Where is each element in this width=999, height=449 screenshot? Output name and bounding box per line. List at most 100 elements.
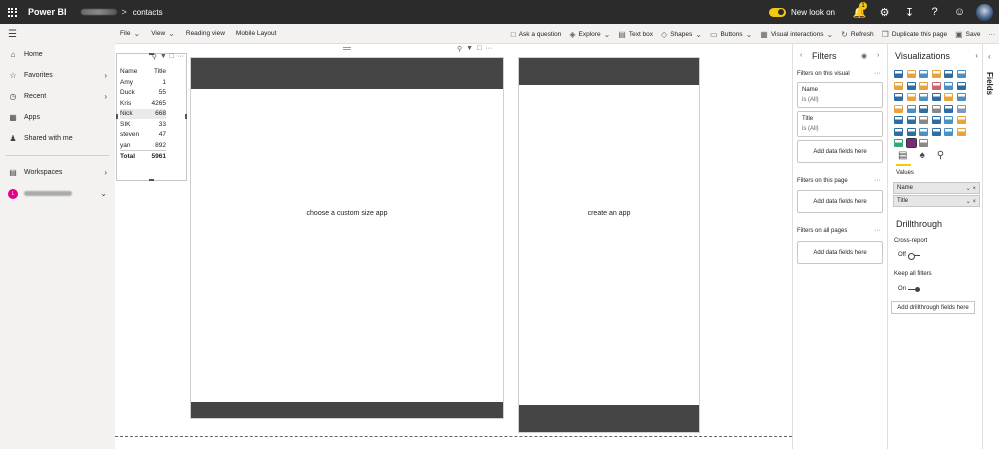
visual-interactions-menu[interactable]: ▦ Visual interactions ⌄ xyxy=(760,30,833,39)
text-box-button[interactable]: ▤ Text box xyxy=(618,30,653,39)
explore-menu[interactable]: ◈ Explore ⌄ xyxy=(569,30,610,39)
file-menu[interactable]: File ⌄ xyxy=(120,29,140,38)
fields-label[interactable]: Fields xyxy=(985,72,994,95)
more-options-icon[interactable]: ··· xyxy=(874,177,881,184)
visual-type-icon[interactable] xyxy=(919,127,928,136)
shapes-menu[interactable]: ◇ Shapes ⌄ xyxy=(661,30,702,39)
filter-icon[interactable]: ▼ xyxy=(160,53,167,61)
visual-type-icon[interactable] xyxy=(919,116,928,124)
visual-type-icon[interactable] xyxy=(956,93,966,101)
nav-item-home[interactable]: ⌂ Home xyxy=(0,44,115,65)
resize-handle[interactable] xyxy=(149,53,154,55)
visual-type-icon[interactable] xyxy=(931,93,941,101)
add-data-fields-page[interactable]: Add data fields here xyxy=(797,190,883,213)
column-header-name[interactable]: Name xyxy=(120,67,146,77)
values-well-item[interactable]: Title ⌄ × xyxy=(893,195,980,207)
resize-handle[interactable] xyxy=(149,179,154,181)
visual-type-icon[interactable] xyxy=(956,116,966,124)
notifications-icon[interactable]: 🔔 1 xyxy=(847,0,872,24)
values-well-item[interactable]: Name ⌄ × xyxy=(893,182,980,194)
visual-type-icon[interactable] xyxy=(905,138,917,148)
visual-type-icon[interactable] xyxy=(906,127,916,136)
report-name[interactable]: contacts xyxy=(133,8,163,17)
more-options-icon[interactable]: ··· xyxy=(874,70,881,77)
visual-type-icon[interactable] xyxy=(956,81,966,90)
visual-type-icon[interactable] xyxy=(906,116,916,124)
visual-type-icon[interactable] xyxy=(931,70,941,78)
chevron-down-close-icon[interactable]: ⌄ × xyxy=(966,198,976,205)
table-row[interactable]: SIK 33 xyxy=(120,119,166,130)
visual-type-icon[interactable] xyxy=(944,70,953,78)
app-name[interactable]: Power BI xyxy=(28,7,67,17)
visual-type-icon[interactable] xyxy=(919,139,928,147)
visual-type-icon[interactable] xyxy=(894,70,903,78)
duplicate-page-button[interactable]: ❐ Duplicate this page xyxy=(882,30,947,39)
collapse-icon[interactable]: ‹ xyxy=(800,52,802,59)
more-options-icon[interactable]: ··· xyxy=(874,227,881,234)
column-header-title[interactable]: Title xyxy=(146,67,166,77)
table-row[interactable]: Kris 4265 xyxy=(120,98,166,109)
toggle-switch[interactable] xyxy=(907,252,920,260)
visual-type-icon[interactable] xyxy=(894,116,903,124)
visual-type-icon[interactable] xyxy=(931,116,941,124)
chevron-right-icon[interactable]: › xyxy=(104,92,107,101)
visual-type-icon[interactable] xyxy=(919,104,928,113)
visual-type-icon[interactable] xyxy=(906,93,916,101)
chevron-down-close-icon[interactable]: ⌄ × xyxy=(966,185,976,192)
analytics-magnifier-icon[interactable]: ⚲ xyxy=(937,150,944,161)
visual-type-icon[interactable] xyxy=(944,104,953,113)
more-options-button[interactable]: ··· xyxy=(989,31,996,38)
avatar[interactable] xyxy=(976,3,993,21)
filter-card-name[interactable]: Name is (All) xyxy=(797,82,883,108)
left-page-frame[interactable]: choose a custom size app xyxy=(190,57,504,419)
visual-type-icon[interactable] xyxy=(931,104,941,113)
download-icon[interactable]: ↧ xyxy=(897,0,922,24)
visual-type-icon[interactable] xyxy=(956,127,966,136)
chevron-right-icon[interactable]: › xyxy=(104,168,107,177)
chevron-right-icon[interactable]: › xyxy=(877,52,879,59)
gear-icon[interactable]: ⚙ xyxy=(872,0,897,24)
eye-icon[interactable]: ◉ xyxy=(861,52,867,60)
smiley-icon[interactable]: ☺ xyxy=(947,0,972,24)
ask-question-button[interactable]: □ Ask a question xyxy=(511,30,561,39)
visual-type-icon[interactable] xyxy=(906,104,916,113)
workspace-name-redacted[interactable] xyxy=(80,9,117,15)
fields-pane-collapsed[interactable]: ‹ Fields xyxy=(982,44,999,449)
resize-handle[interactable] xyxy=(185,114,187,119)
visual-type-icon[interactable] xyxy=(931,81,941,90)
nav-item-current-workspace[interactable]: L ⌄ xyxy=(0,183,115,204)
focus-mode-icon[interactable]: □ xyxy=(170,53,174,61)
visual-type-icon[interactable] xyxy=(944,127,953,136)
visual-type-icon[interactable] xyxy=(944,81,953,90)
right-page-frame[interactable]: create an app xyxy=(518,57,700,433)
visual-type-icon[interactable] xyxy=(919,81,928,90)
paint-roller-icon[interactable]: ♠ xyxy=(919,150,924,161)
nav-item-favorites[interactable]: ☆ Favorites › xyxy=(0,65,115,86)
chevron-down-icon[interactable]: ⌄ xyxy=(100,189,107,198)
add-drillthrough-fields[interactable]: Add drillthrough fields here xyxy=(891,301,975,314)
new-look-toggle[interactable] xyxy=(768,7,786,17)
table-row[interactable]: Nick 668 xyxy=(120,108,166,119)
visual-type-icon[interactable] xyxy=(919,93,928,101)
resize-handle[interactable] xyxy=(116,114,118,119)
filter-icon[interactable]: ▼ xyxy=(466,45,473,53)
visual-type-icon[interactable] xyxy=(956,104,966,113)
nav-item-recent[interactable]: ◷ Recent › xyxy=(0,86,115,107)
chevron-left-icon[interactable]: ‹ xyxy=(975,51,978,60)
table-visual[interactable]: ⚲ ▼ □ ··· Name Title Amy 1 Duck 55 Kris 426… xyxy=(116,53,187,181)
hamburger-menu-icon[interactable]: ☰ xyxy=(0,24,115,44)
visual-type-icon[interactable] xyxy=(944,93,953,101)
nav-item-shared[interactable]: ♟ Shared with me xyxy=(0,128,115,149)
visual-type-icon[interactable] xyxy=(894,81,903,90)
view-menu[interactable]: View ⌄ xyxy=(151,29,175,38)
more-options-icon[interactable]: ··· xyxy=(485,45,492,53)
refresh-button[interactable]: ↻ Refresh xyxy=(841,30,873,39)
table-row[interactable]: yan 892 xyxy=(120,140,166,151)
save-button[interactable]: ▣ Save xyxy=(955,30,980,39)
visual-type-icon[interactable] xyxy=(906,70,916,78)
visual-type-icon[interactable] xyxy=(906,81,916,90)
chevron-left-icon[interactable]: ‹ xyxy=(988,52,991,61)
more-options-icon[interactable]: ··· xyxy=(177,53,184,61)
visual-type-icon[interactable] xyxy=(894,127,903,136)
nav-item-workspaces[interactable]: ▤ Workspaces › xyxy=(0,162,115,183)
